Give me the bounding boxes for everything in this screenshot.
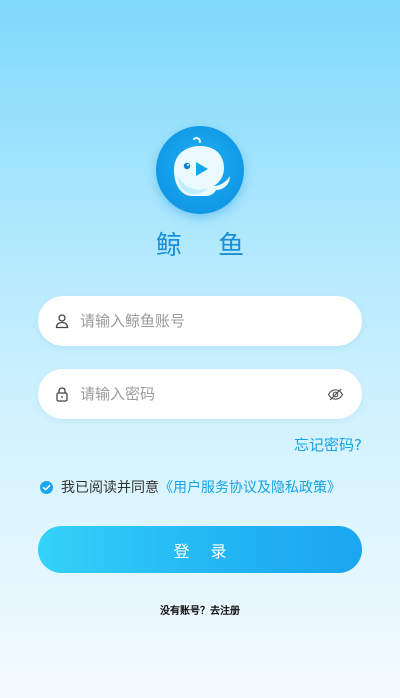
agreement-text: 我已阅读并同意 xyxy=(61,480,159,496)
user-icon xyxy=(55,314,69,329)
login-button[interactable]: 登 录 xyxy=(38,526,362,573)
lock-icon xyxy=(56,387,68,402)
check-icon xyxy=(42,484,51,490)
account-input[interactable] xyxy=(80,296,320,346)
forgot-password-link[interactable]: 忘记密码? xyxy=(294,434,362,455)
password-input[interactable] xyxy=(80,369,320,419)
agreement-checkbox[interactable] xyxy=(40,480,53,494)
app-logo xyxy=(156,126,244,214)
register-link[interactable]: 没有账号？去注册 xyxy=(0,602,400,617)
agreement-row: 我已阅读并同意 《用户服务协议及隐私政策》 xyxy=(40,478,341,496)
agreement-link[interactable]: 《用户服务协议及隐私政策》 xyxy=(159,477,341,497)
password-field[interactable] xyxy=(38,369,362,419)
whale-logo-icon xyxy=(174,137,230,196)
eye-off-icon[interactable] xyxy=(327,386,344,403)
app-name: 鲸 鱼 xyxy=(155,231,259,261)
account-field[interactable] xyxy=(38,296,362,346)
